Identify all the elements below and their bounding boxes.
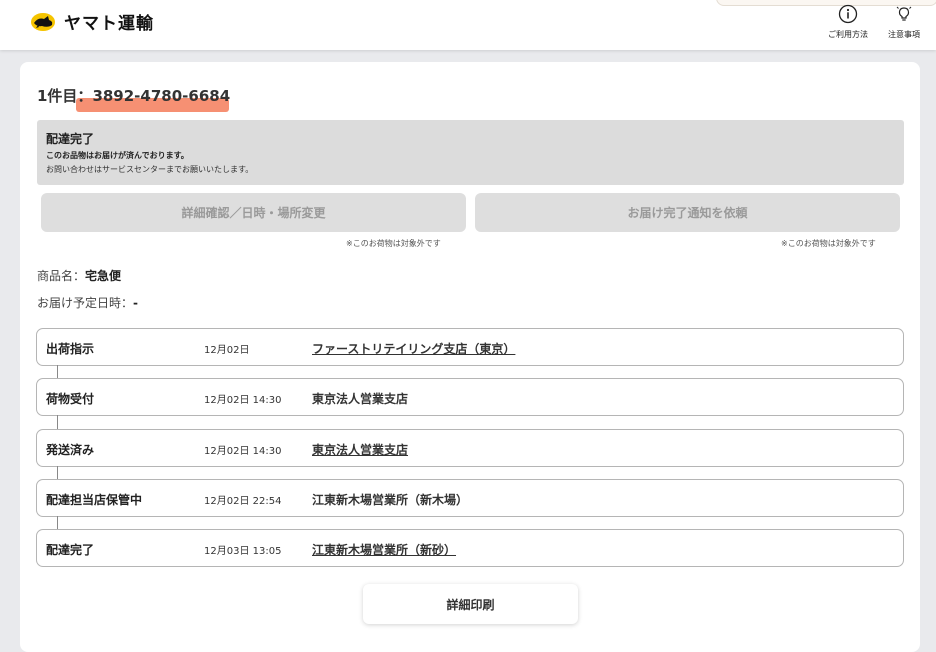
lightbulb-icon [896,6,912,21]
step-status: 配達担当店保管中 [46,493,143,507]
step-datetime: 12月02日 14:30 [204,446,282,457]
tracking-result-card: 1件目：3892-4780-6684 配達完了 このお品物はお届けが済んでおりま… [20,62,920,652]
product-name-row: 商品名：宅急便 [37,267,121,284]
status-contact-message: お問い合わせはサービスセンターまでお願いいたします。 [46,165,254,174]
usage-guide-button[interactable]: ご利用方法 [818,4,878,40]
step-location-link[interactable]: 江東新木場営業所（新砂） [312,541,456,558]
notes-button[interactable]: 注意事項 [874,4,934,40]
status-title: 配達完了 [46,132,95,146]
delivery-notify-button[interactable]: お届け完了通知を依頼 [475,193,900,232]
tracking-number: 3892-4780-6684 [92,87,231,105]
step-status: 発送済み [46,443,95,457]
timeline-connector [57,365,58,379]
notes-label: 注意事項 [888,30,920,39]
site-header: ヤマト運輸 ご利用方法 注意事項 [0,0,936,50]
step-datetime: 12月02日 22:54 [204,496,282,507]
product-name-value: 宅急便 [85,269,122,283]
info-circle-icon [838,4,858,24]
step-datetime: 12月02日 14:30 [204,395,282,406]
step-location-link[interactable]: ファーストリテイリング支店（東京） [312,340,515,357]
delivery-eta-label: お届け予定日時： [37,296,134,310]
delivery-eta-value: - [133,296,138,310]
step-status: 出荷指示 [46,342,95,356]
tracking-title: 1件目：3892-4780-6684 [37,85,230,106]
timeline-step: 配達完了 12月03日 13:05 江東新木場営業所（新砂） [36,529,904,567]
item-index-label: 1件目： [37,87,93,105]
timeline-connector [57,516,58,530]
detail-change-button[interactable]: 詳細確認／日時・場所変更 [41,193,466,232]
timeline-step: 荷物受付 12月02日 14:30 東京法人営業支店 [36,378,904,416]
detail-change-note: ※このお荷物は対象外です [346,239,441,248]
timeline-step: 配達担当店保管中 12月02日 22:54 江東新木場営業所（新木場） [36,479,904,517]
black-cat-logo-icon [31,12,55,31]
usage-guide-label: ご利用方法 [828,30,868,39]
step-location: 江東新木場営業所（新木場） [312,493,469,507]
delivery-notify-note: ※このお荷物は対象外です [781,239,876,248]
status-message: このお品物はお届けが済んでおります。 [46,151,189,160]
delivery-status-box: 配達完了 このお品物はお届けが済んでおります。 お問い合わせはサービスセンターま… [37,120,904,185]
timeline-connector [57,466,58,480]
yamato-logo[interactable]: ヤマト運輸 [30,9,154,34]
step-datetime: 12月03日 13:05 [204,546,282,557]
timeline-step: 発送済み 12月02日 14:30 東京法人営業支店 [36,429,904,467]
step-location: 東京法人営業支店 [312,392,409,406]
print-details-button[interactable]: 詳細印刷 [363,584,578,624]
step-status: 配達完了 [46,543,95,557]
timeline-connector [57,415,58,429]
step-location-link[interactable]: 東京法人営業支店 [312,441,408,458]
step-datetime: 12月02日 [204,345,250,356]
timeline-step: 出荷指示 12月02日 ファーストリテイリング支店（東京） [36,328,904,366]
step-status: 荷物受付 [46,392,95,406]
product-name-label: 商品名： [37,269,86,283]
logo-text: ヤマト運輸 [64,14,154,34]
delivery-eta-row: お届け予定日時：- [37,294,138,311]
